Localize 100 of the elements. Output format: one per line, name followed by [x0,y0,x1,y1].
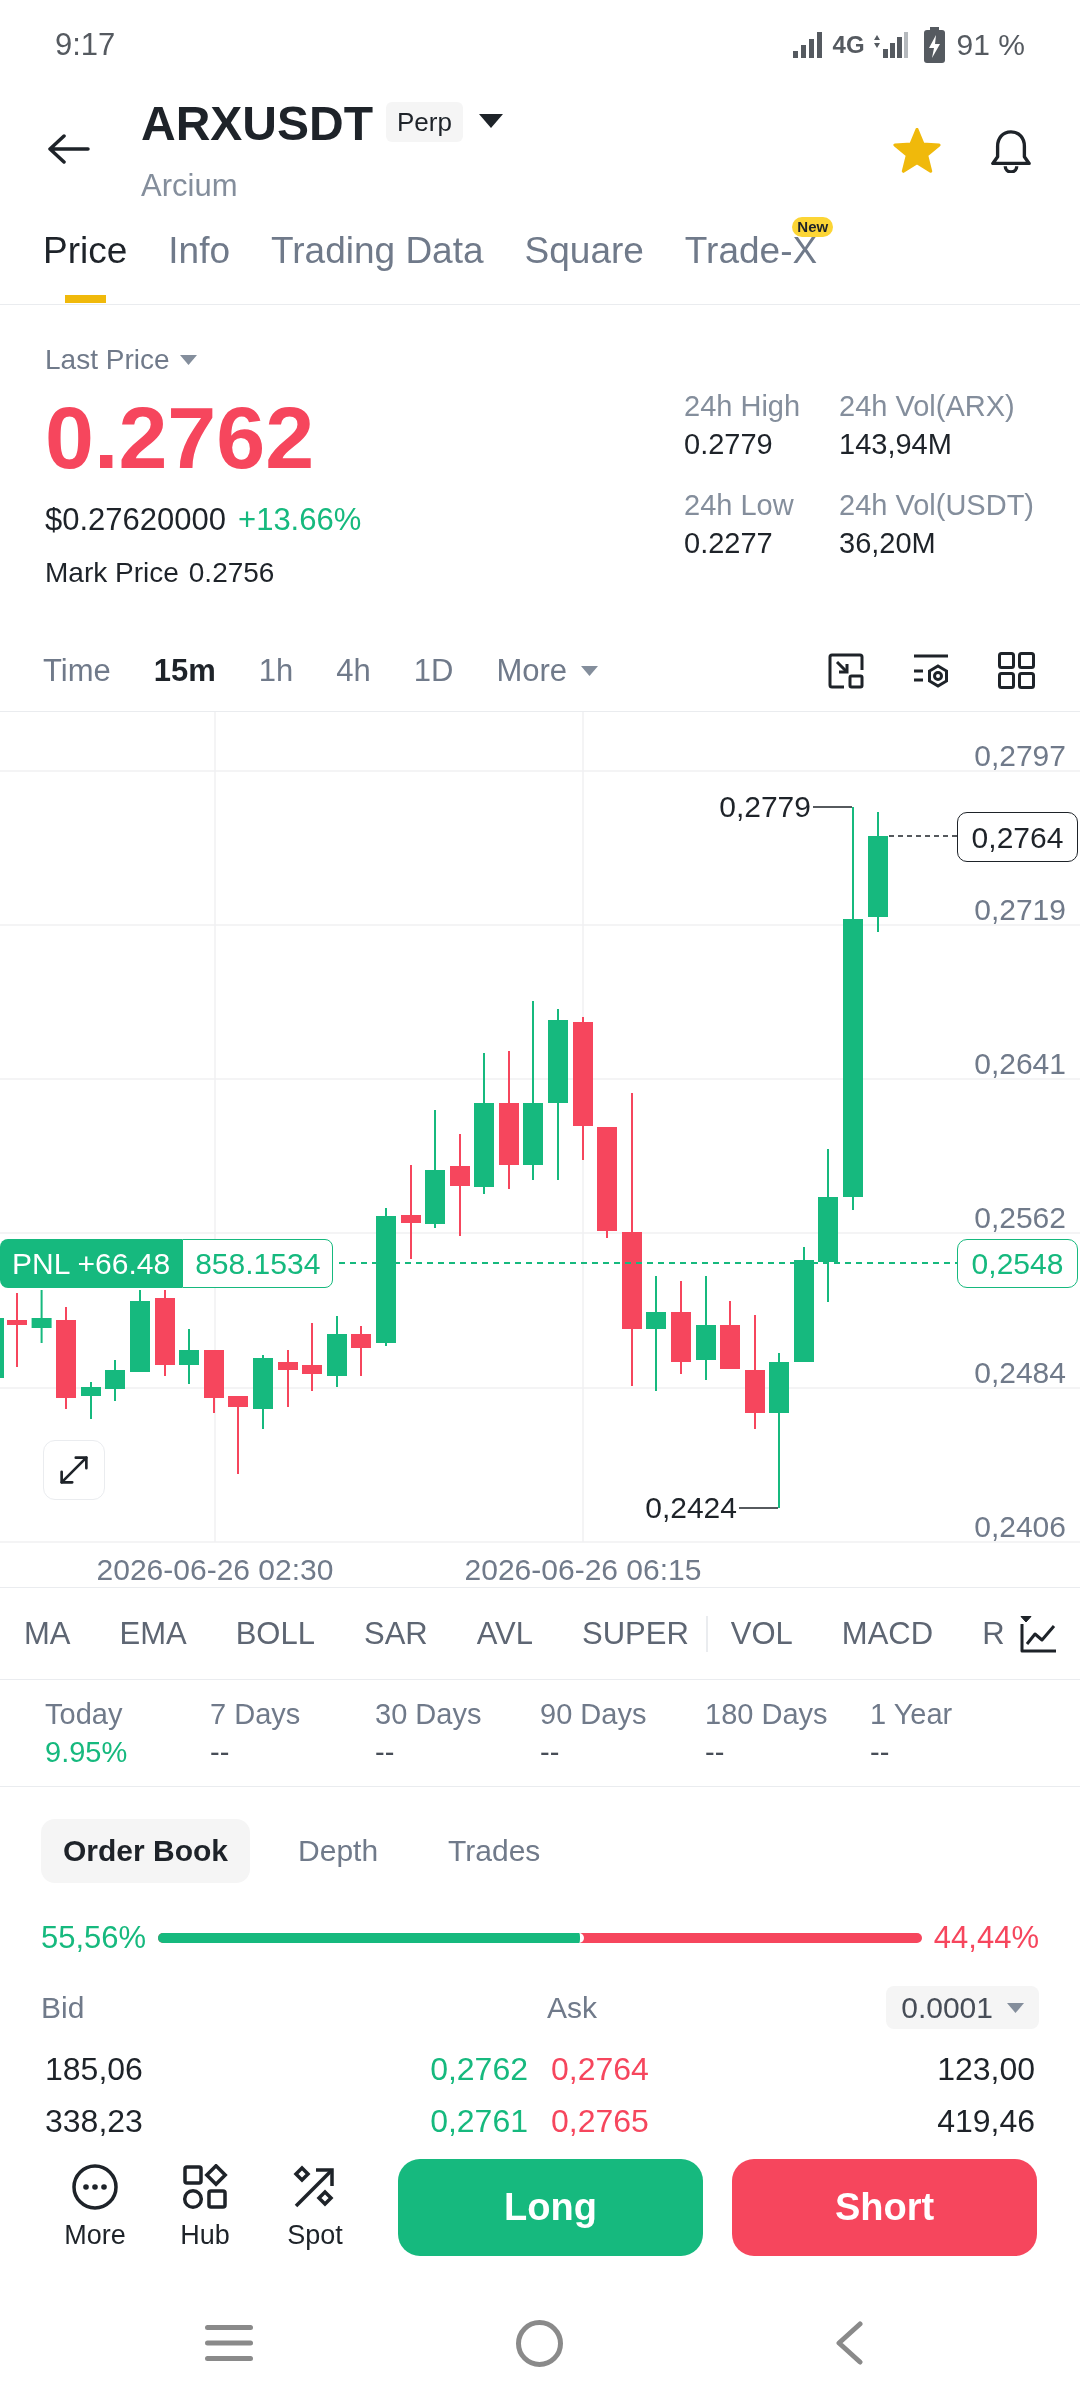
bid-price: 0,2761 [430,2102,528,2141]
last-price-selector[interactable]: Last Price [45,341,197,379]
indicator-tab[interactable]: AVL [476,1613,533,1654]
ask-ratio: 44,44% [933,1919,1039,1956]
bid-quantity: 338,23 [45,2102,143,2141]
grid-icon[interactable] [998,652,1035,689]
mark-price: 0.2756 [188,556,275,590]
bullish-candle [31,1290,52,1343]
indicator-tab[interactable]: R [982,1613,1005,1654]
indicator-tab[interactable]: MA [24,1613,71,1654]
indicator-tab[interactable]: MACD [841,1613,934,1654]
precision-dropdown[interactable]: 0.0001 [886,1986,1039,2029]
new-badge: New [792,217,834,237]
caret-icon [581,665,599,676]
leader-line [738,1507,779,1509]
period-label: 180 Days [705,1697,828,1732]
bearish-candle [351,1326,371,1376]
stat-value: 0.2779 [684,427,773,462]
period-label: 7 Days [210,1697,301,1732]
interval-tab[interactable]: 15m [153,650,216,691]
price-axis-label: 0,2797 [974,739,1066,773]
interval-tab[interactable]: 1h [258,650,294,691]
period-return: -- [870,1735,890,1770]
indicator-tab[interactable]: VOL [730,1613,793,1654]
price-axis-label: 0,2641 [974,1047,1066,1081]
high-price-label: 0,2779 [719,790,811,824]
bearish-candle [720,1301,740,1369]
period-return: -- [210,1735,230,1770]
menu-icon[interactable] [205,2324,253,2362]
mark-price-label: Mark Price [45,556,179,590]
interval-tab[interactable]: Time [43,650,111,691]
more-button[interactable]: More [45,2159,145,2252]
stat-label: 24h High [684,389,801,424]
time-axis-label: 2026-06-26 06:15 [464,1553,702,1587]
ask-quantity: 123,00 [937,2050,1035,2089]
ask-price: 0,2765 [551,2102,649,2141]
ask-quantity: 419,46 [937,2102,1035,2141]
interval-tab[interactable]: 4h [336,650,371,691]
star-icon[interactable] [893,128,941,174]
bullish-candle [81,1382,101,1419]
stat-value: 36,20M [839,526,936,561]
page-tab[interactable]: Info [168,215,231,304]
bullish-candle [327,1316,347,1387]
clock-time: 9:17 [55,27,116,63]
more-intervals-dropdown[interactable]: More [496,650,599,691]
interval-tab[interactable]: 1D [413,650,454,691]
usd-price: $0.27620000 [45,501,227,539]
price-axis-label: 0,2562 [974,1201,1066,1235]
settings-icon[interactable] [912,652,950,689]
period-return: 9.95% [45,1735,128,1770]
expand-button[interactable] [43,1440,105,1500]
leader-line [812,806,853,808]
contract-type-badge: Perp [386,102,463,142]
price-change: +13.66% [238,501,362,539]
arrow-square-icon[interactable] [828,652,864,689]
bullish-candle [0,1318,4,1378]
bid-price: 0,2762 [430,2050,528,2089]
page-tab[interactable]: Trading Data [271,215,484,304]
price-axis-label: 0,2406 [974,1510,1066,1544]
stat-label: 24h Low [684,488,794,523]
back-icon[interactable] [835,2321,863,2365]
line-chart-icon[interactable] [1019,1614,1057,1653]
symbol-title[interactable]: ARXUSDT [141,98,373,150]
page-tab[interactable]: Trade-X New [684,215,834,304]
indicator-tab[interactable]: BOLL [235,1613,315,1654]
bullish-candle [179,1329,199,1384]
order-book-tab[interactable]: Order Book [41,1819,251,1883]
bearish-candle [204,1350,224,1413]
bell-icon[interactable] [989,129,1033,173]
home-icon[interactable] [516,2319,563,2367]
short-button[interactable]: Short [732,2159,1037,2256]
more-icon [72,2164,118,2210]
signal-icon [873,32,908,58]
period-return: -- [705,1735,725,1770]
hub-button[interactable]: Hub [155,2159,255,2252]
indicator-tab[interactable]: SUPER [582,1613,689,1654]
page-tab[interactable]: Square [524,215,644,304]
order-book-tab[interactable]: Depth [276,1819,401,1883]
battery-level: 91 % [956,27,1025,63]
period-label: Today [45,1697,123,1732]
indicator-tab[interactable]: SAR [363,1613,428,1654]
back-arrow-icon[interactable] [48,134,90,164]
last-price-line [888,835,958,837]
price-axis-label: 0,2484 [974,1356,1066,1390]
stat-label: 24h Vol(USDT) [839,488,1034,523]
stat-label: 24h Vol(ARX) [839,389,1015,424]
page-tab[interactable]: Price [43,215,128,304]
bullish-candle [105,1360,125,1401]
period-label: 30 Days [375,1697,482,1732]
ask-header: Ask [547,1989,597,2026]
indicator-tab[interactable]: EMA [119,1613,187,1654]
network-type: 4G [832,31,865,59]
shapes-icon [182,2164,228,2210]
period-return: -- [375,1735,395,1770]
entry-price-tag: 858.1534 [182,1239,334,1288]
caret-icon [478,114,503,128]
order-book-tab[interactable]: Trades [426,1819,563,1883]
ask-price: 0,2764 [551,2050,649,2089]
stat-value: 0.2277 [684,526,773,561]
spot-button[interactable]: Spot [265,2159,365,2252]
